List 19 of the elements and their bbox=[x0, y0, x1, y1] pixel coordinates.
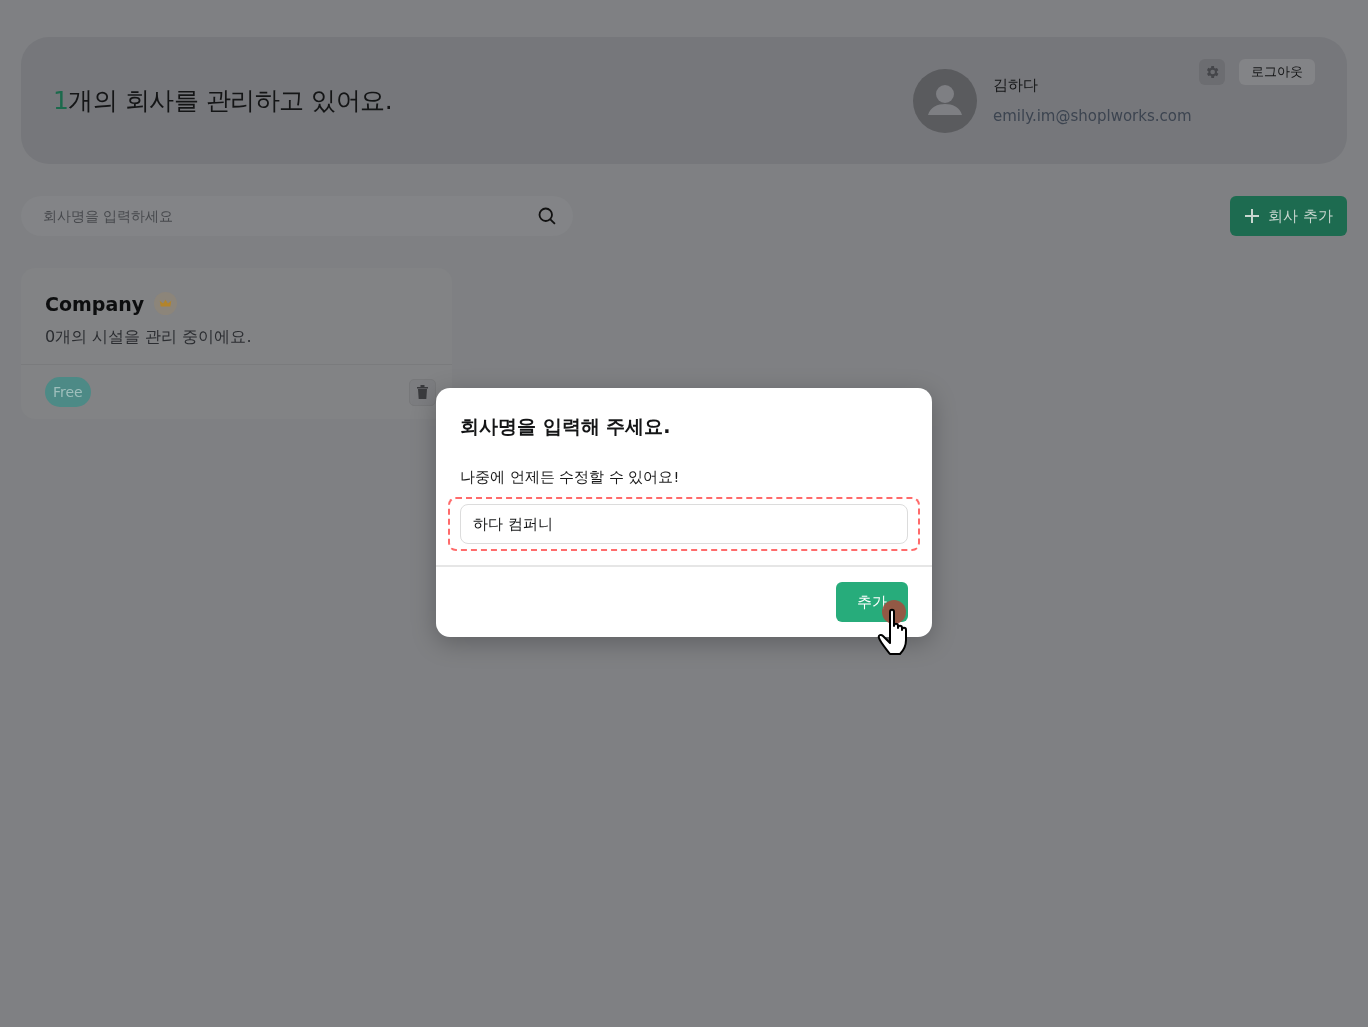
user-name: 김하다 bbox=[993, 76, 1039, 95]
trash-icon bbox=[416, 385, 429, 399]
company-name: Company bbox=[45, 292, 145, 315]
plus-icon bbox=[1244, 208, 1261, 224]
plan-badge: Free bbox=[45, 377, 91, 407]
user-email: emily.im@shoplworks.com bbox=[993, 107, 1193, 125]
search-field[interactable]: 회사명을 입력하세요 bbox=[21, 196, 573, 236]
delete-button[interactable] bbox=[409, 378, 436, 406]
dialog-hint: 나중에 언제든 수정할 수 있어요! bbox=[460, 468, 681, 487]
dialog-title: 회사명을 입력해 주세요. bbox=[460, 414, 672, 439]
logout-button[interactable]: 로그아웃 bbox=[1239, 58, 1315, 85]
company-name-input[interactable]: 하다 컴퍼니 bbox=[460, 504, 908, 544]
facility-count: 0개의 시설을 관리 중이에요. bbox=[45, 327, 253, 348]
add-company-button[interactable]: 회사 추가 bbox=[1230, 196, 1347, 236]
avatar-icon bbox=[913, 68, 977, 133]
settings-button[interactable] bbox=[1199, 58, 1225, 85]
search-icon bbox=[537, 206, 557, 226]
settings-icon bbox=[1204, 63, 1220, 80]
page-heading: 1개의 회사를 관리하고 있어요. bbox=[53, 85, 394, 117]
